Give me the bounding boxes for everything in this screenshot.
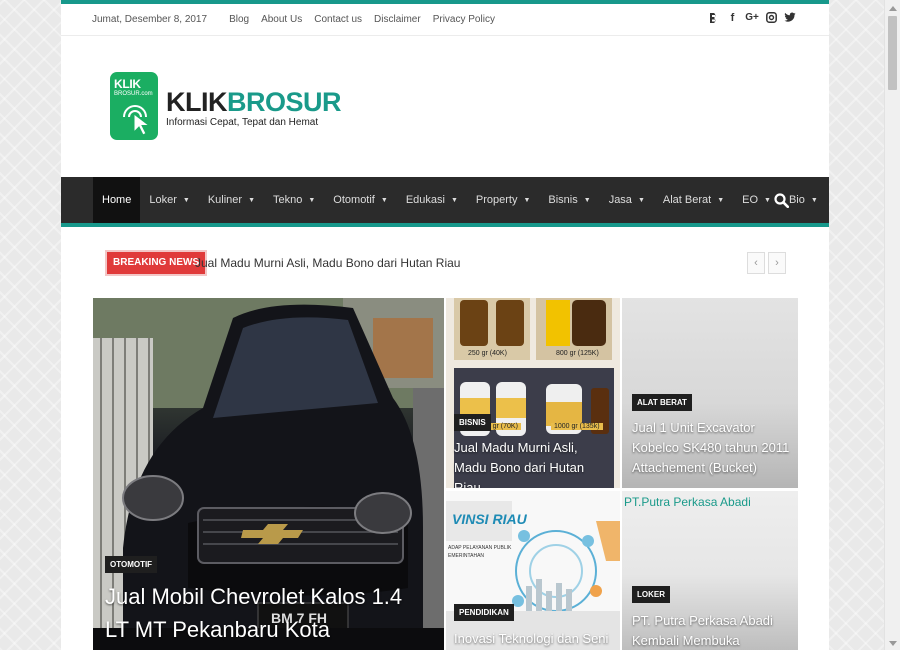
featured-post-otomotif[interactable]: BM 7 FH OTOMOTIF Jual Mobil Chevrolet Ka…	[93, 298, 444, 650]
image-text-heading: VINSI RIAU	[452, 511, 527, 527]
chevron-down-icon: ▼	[717, 196, 725, 204]
nav-item-label: EO	[742, 194, 759, 206]
top-bar: Jumat, Desember 8, 2017 Blog About Us Co…	[61, 0, 829, 36]
price-label: 800 gr (125K)	[556, 350, 599, 357]
featured-post-alat-berat[interactable]: ALAT BERAT Jual 1 Unit Excavator Kobelco…	[622, 298, 798, 488]
chevron-down-icon: ▼	[583, 196, 591, 204]
price-label: 1000 gr (135k)	[551, 423, 603, 430]
top-link-blog[interactable]: Blog	[229, 14, 249, 25]
twitter-icon[interactable]	[784, 12, 796, 24]
nav-item-label: Bisnis	[548, 194, 578, 206]
category-badge[interactable]: BISNIS	[454, 414, 491, 431]
nav-item-label: Bio	[788, 194, 805, 206]
nav-item-home[interactable]: Home	[93, 177, 141, 223]
post-title[interactable]: Jual Madu Murni Asli, Madu Bono dari Hut…	[454, 438, 604, 488]
breaking-news-bar: BREAKING NEWS Jual Madu Murni Asli, Madu…	[105, 250, 786, 276]
nav-item-label: Tekno	[273, 194, 303, 206]
post-title[interactable]: PT. Putra Perkasa Abadi Kembali Membuka …	[632, 611, 794, 650]
chevron-down-icon: ▼	[764, 196, 771, 204]
category-badge[interactable]: ALAT BERAT	[632, 394, 692, 411]
top-link-disclaimer[interactable]: Disclaimer	[374, 14, 421, 25]
category-badge[interactable]: PENDIDIKAN	[454, 604, 514, 621]
logo-badge-text: KLIK	[114, 77, 141, 91]
image-caption: PT.Putra Perkasa Abadi	[624, 495, 751, 509]
top-link-about-us[interactable]: About Us	[261, 14, 302, 25]
featured-post-pendidikan[interactable]: VINSI RIAU ADAP PELAYANAN PUBLIK EMERINT…	[446, 491, 620, 650]
search-icon[interactable]	[774, 193, 789, 208]
nav-item-bisnis[interactable]: Bisnis ▼	[539, 177, 599, 223]
blogger-icon[interactable]	[709, 12, 720, 24]
nav-item-alat-berat[interactable]: Alat Berat ▼	[654, 177, 733, 223]
nav-item-eo[interactable]: EO ▼	[733, 177, 780, 223]
featured-post-loker[interactable]: PT.Putra Perkasa Abadi LOKER PT. Putra P…	[622, 491, 798, 650]
nav-item-label: Otomotif	[333, 194, 375, 206]
nav-item-label: Jasa	[608, 194, 632, 206]
nav-item-kuliner[interactable]: Kuliner ▼	[199, 177, 264, 223]
scroll-down-arrow-icon[interactable]	[889, 641, 897, 646]
breaking-next-button[interactable]: ›	[768, 252, 786, 274]
page-container: Jumat, Desember 8, 2017 Blog About Us Co…	[61, 0, 829, 650]
nav-item-loker[interactable]: Loker ▼	[140, 177, 198, 223]
post-title[interactable]: Inovasi Teknologi dan Seni	[454, 629, 614, 649]
image-text-line: ADAP PELAYANAN PUBLIK	[448, 545, 512, 551]
nav-item-label: Kuliner	[207, 194, 243, 206]
post-title[interactable]: Jual Mobil Chevrolet Kalos 1.4 LT MT Pek…	[105, 580, 425, 646]
cursor-click-icon	[123, 105, 151, 136]
nav-item-label: Loker	[149, 194, 177, 206]
breaking-prev-button[interactable]: ‹	[747, 252, 765, 274]
nav-item-property[interactable]: Property ▼	[467, 177, 540, 223]
category-badge[interactable]: OTOMOTIF	[105, 556, 158, 573]
logo-text[interactable]: KLIKBROSUR Informasi Cepat, Tepat dan He…	[166, 87, 342, 128]
main-navigation: Home Loker ▼ Kuliner ▼ Tekno ▼ Otomotif ▼ Edukasi…	[61, 177, 829, 227]
instagram-icon[interactable]	[766, 12, 777, 24]
top-link-privacy-policy[interactable]: Privacy Policy	[433, 14, 495, 25]
nav-item-label: Alat Berat	[662, 194, 712, 206]
current-date: Jumat, Desember 8, 2017	[92, 14, 208, 25]
price-label: 250 gr (40K)	[468, 350, 507, 357]
site-name: KLIKBROSUR	[166, 87, 342, 117]
top-link-contact-us[interactable]: Contact us	[314, 14, 362, 25]
breaking-news-headline[interactable]: Jual Madu Murni Asli, Madu Bono dari Hut…	[195, 256, 460, 270]
post-title[interactable]: Jual 1 Unit Excavator Kobelco SK480 tahu…	[632, 418, 794, 478]
facebook-icon[interactable]: f	[727, 12, 738, 24]
logo-badge-subtext: BROSUR.com	[114, 91, 153, 97]
chevron-down-icon: ▼	[308, 196, 316, 204]
featured-post-bisnis[interactable]: 250 gr (40K) 800 gr (125K) 500 gr (70K) …	[446, 298, 620, 488]
chevron-down-icon: ▼	[248, 196, 255, 204]
chevron-down-icon: ▼	[380, 196, 388, 204]
social-links: f G+	[709, 12, 796, 24]
chevron-down-icon: ▼	[523, 196, 531, 204]
logo-badge[interactable]: KLIK BROSUR.com	[110, 72, 158, 140]
image-text-line: EMERINTAHAN	[448, 553, 485, 559]
featured-slider: BM 7 FH OTOMOTIF Jual Mobil Chevrolet Ka…	[93, 298, 798, 650]
chevron-down-icon: ▼	[182, 196, 190, 204]
scrollbar-thumb[interactable]	[888, 16, 897, 90]
nav-item-jasa[interactable]: Jasa ▼	[600, 177, 654, 223]
nav-menu: Home Loker ▼ Kuliner ▼ Tekno ▼ Otomotif ▼ Edukasi…	[61, 177, 829, 223]
google-plus-icon[interactable]: G+	[745, 12, 759, 24]
nav-item-edukasi[interactable]: Edukasi ▼	[397, 177, 467, 223]
page-scrollbar[interactable]	[884, 0, 900, 650]
nav-item-label: Edukasi	[405, 194, 445, 206]
chevron-down-icon: ▼	[450, 196, 458, 204]
breaking-news-label: BREAKING NEWS	[105, 250, 208, 276]
scroll-up-arrow-icon[interactable]	[889, 6, 897, 11]
nav-item-label: Home	[102, 194, 132, 206]
chevron-down-icon: ▼	[637, 196, 645, 204]
header-logo-area: KLIK BROSUR.com KLIKBROSUR Informasi Cep…	[61, 36, 829, 177]
nav-item-label: Property	[475, 194, 518, 206]
chevron-down-icon: ▼	[810, 196, 818, 204]
category-badge[interactable]: LOKER	[632, 586, 670, 603]
nav-item-otomotif[interactable]: Otomotif ▼	[324, 177, 397, 223]
nav-item-tekno[interactable]: Tekno ▼	[264, 177, 324, 223]
site-tagline: Informasi Cepat, Tepat dan Hemat	[166, 117, 319, 128]
